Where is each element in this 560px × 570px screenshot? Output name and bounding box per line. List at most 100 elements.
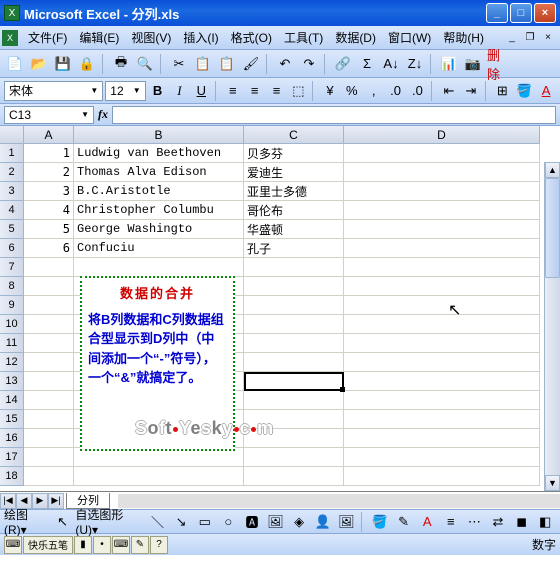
cell[interactable]: Confuciu [74, 239, 244, 258]
sort-desc-icon[interactable]: Z↓ [404, 53, 426, 75]
cell[interactable] [24, 391, 74, 410]
close-button[interactable]: × [534, 3, 556, 23]
print-icon[interactable]: 🖶 [110, 53, 132, 75]
cell[interactable]: Ludwig van Beethoven [74, 144, 244, 163]
cell[interactable]: 哥伦布 [244, 201, 344, 220]
cell[interactable] [344, 163, 540, 182]
cell[interactable] [24, 334, 74, 353]
dash-style-icon[interactable]: ⋯ [464, 511, 486, 533]
line-style-icon[interactable]: ≡ [440, 511, 462, 533]
menu-insert[interactable]: 插入(I) [177, 27, 224, 48]
excel-icon-small[interactable]: X [2, 30, 18, 46]
cell[interactable] [344, 334, 540, 353]
align-right-icon[interactable]: ≡ [267, 80, 287, 102]
bold-button[interactable]: B [148, 80, 168, 102]
select-all-corner[interactable] [0, 126, 24, 144]
borders-icon[interactable]: ⊞ [492, 80, 512, 102]
percent-icon[interactable]: % [342, 80, 362, 102]
format-painter-icon[interactable]: 🖌 [240, 53, 262, 75]
cell[interactable] [344, 372, 540, 391]
cell[interactable]: 华盛顿 [244, 220, 344, 239]
cell[interactable]: 贝多芬 [244, 144, 344, 163]
cell[interactable] [344, 467, 540, 486]
fill-color-draw-icon[interactable]: 🪣 [369, 511, 391, 533]
row-header[interactable]: 15 [0, 410, 24, 429]
paste-icon[interactable]: 📋 [216, 53, 238, 75]
textbox-icon[interactable]: 🅰 [241, 511, 263, 533]
row-header[interactable]: 12 [0, 353, 24, 372]
undo-icon[interactable]: ↶ [274, 53, 296, 75]
row-header[interactable]: 18 [0, 467, 24, 486]
column-header[interactable]: A [24, 126, 74, 144]
cell[interactable] [24, 315, 74, 334]
row-header[interactable]: 4 [0, 201, 24, 220]
threed-icon[interactable]: ◧ [534, 511, 556, 533]
font-name-combo[interactable]: 宋体 ▼ [4, 81, 103, 101]
cell[interactable]: 爱迪生 [244, 163, 344, 182]
column-header[interactable]: C [244, 126, 344, 144]
cell[interactable] [74, 258, 244, 277]
menu-edit[interactable]: 编辑(E) [73, 27, 125, 48]
cell[interactable]: 孔子 [244, 239, 344, 258]
cell[interactable] [24, 467, 74, 486]
merge-icon[interactable]: ⬚ [288, 80, 308, 102]
menu-window[interactable]: 窗口(W) [382, 27, 437, 48]
cell[interactable] [24, 258, 74, 277]
diagram-icon[interactable]: ◈ [288, 511, 310, 533]
cell[interactable] [74, 467, 244, 486]
cell[interactable]: 5 [24, 220, 74, 239]
cell[interactable] [24, 372, 74, 391]
row-header[interactable]: 3 [0, 182, 24, 201]
cell[interactable]: Christopher Columbu [74, 201, 244, 220]
menu-file[interactable]: 文件(F) [22, 27, 73, 48]
row-header[interactable]: 13 [0, 372, 24, 391]
increase-indent-icon[interactable]: ⇥ [461, 80, 481, 102]
arrow-style-icon[interactable]: ⇄ [487, 511, 509, 533]
preview-icon[interactable]: 🔍 [134, 53, 156, 75]
font-color-icon[interactable]: A [536, 80, 556, 102]
save-icon[interactable]: 💾 [52, 53, 74, 75]
cell[interactable] [244, 258, 344, 277]
cell[interactable] [344, 429, 540, 448]
menu-data[interactable]: 数据(D) [329, 27, 382, 48]
row-header[interactable]: 10 [0, 315, 24, 334]
column-header[interactable]: D [344, 126, 540, 144]
cut-icon[interactable]: ✂ [168, 53, 190, 75]
autoshapes-menu[interactable]: 自选图形(U)▾ [75, 506, 144, 537]
picture-icon[interactable]: 🖼 [336, 511, 358, 533]
cell[interactable]: 6 [24, 239, 74, 258]
drawing-icon[interactable]: 📷 [462, 53, 484, 75]
line-icon[interactable]: ＼ [147, 511, 169, 533]
doc-close-button[interactable]: × [540, 31, 556, 45]
fill-color-icon[interactable]: 🪣 [514, 80, 534, 102]
oval-icon[interactable]: ○ [218, 511, 240, 533]
row-header[interactable]: 9 [0, 296, 24, 315]
cell[interactable]: Thomas Alva Edison [74, 163, 244, 182]
cell[interactable]: George Washingto [74, 220, 244, 239]
row-header[interactable]: 17 [0, 448, 24, 467]
fx-icon[interactable]: fx [98, 107, 108, 122]
cell[interactable] [244, 410, 344, 429]
ime-btn-1[interactable]: ▮ [74, 536, 92, 554]
cell[interactable] [344, 353, 540, 372]
redo-icon[interactable]: ↷ [298, 53, 320, 75]
cell[interactable] [344, 182, 540, 201]
name-box[interactable]: C13 ▼ [4, 106, 94, 124]
horizontal-scrollbar[interactable] [118, 494, 560, 508]
cell[interactable] [244, 467, 344, 486]
row-header[interactable]: 11 [0, 334, 24, 353]
align-center-icon[interactable]: ≡ [245, 80, 265, 102]
cell[interactable] [244, 429, 344, 448]
decrease-decimal-icon[interactable]: .0 [407, 80, 427, 102]
cell[interactable] [244, 391, 344, 410]
ime-name[interactable]: 快乐五笔 [23, 536, 73, 554]
rectangle-icon[interactable]: ▭ [194, 511, 216, 533]
menu-view[interactable]: 视图(V) [125, 27, 177, 48]
hyperlink-icon[interactable]: 🔗 [332, 53, 354, 75]
row-header[interactable]: 5 [0, 220, 24, 239]
menu-help[interactable]: 帮助(H) [437, 27, 490, 48]
cell[interactable] [24, 448, 74, 467]
cell[interactable] [344, 144, 540, 163]
cell[interactable]: 4 [24, 201, 74, 220]
increase-decimal-icon[interactable]: .0 [386, 80, 406, 102]
